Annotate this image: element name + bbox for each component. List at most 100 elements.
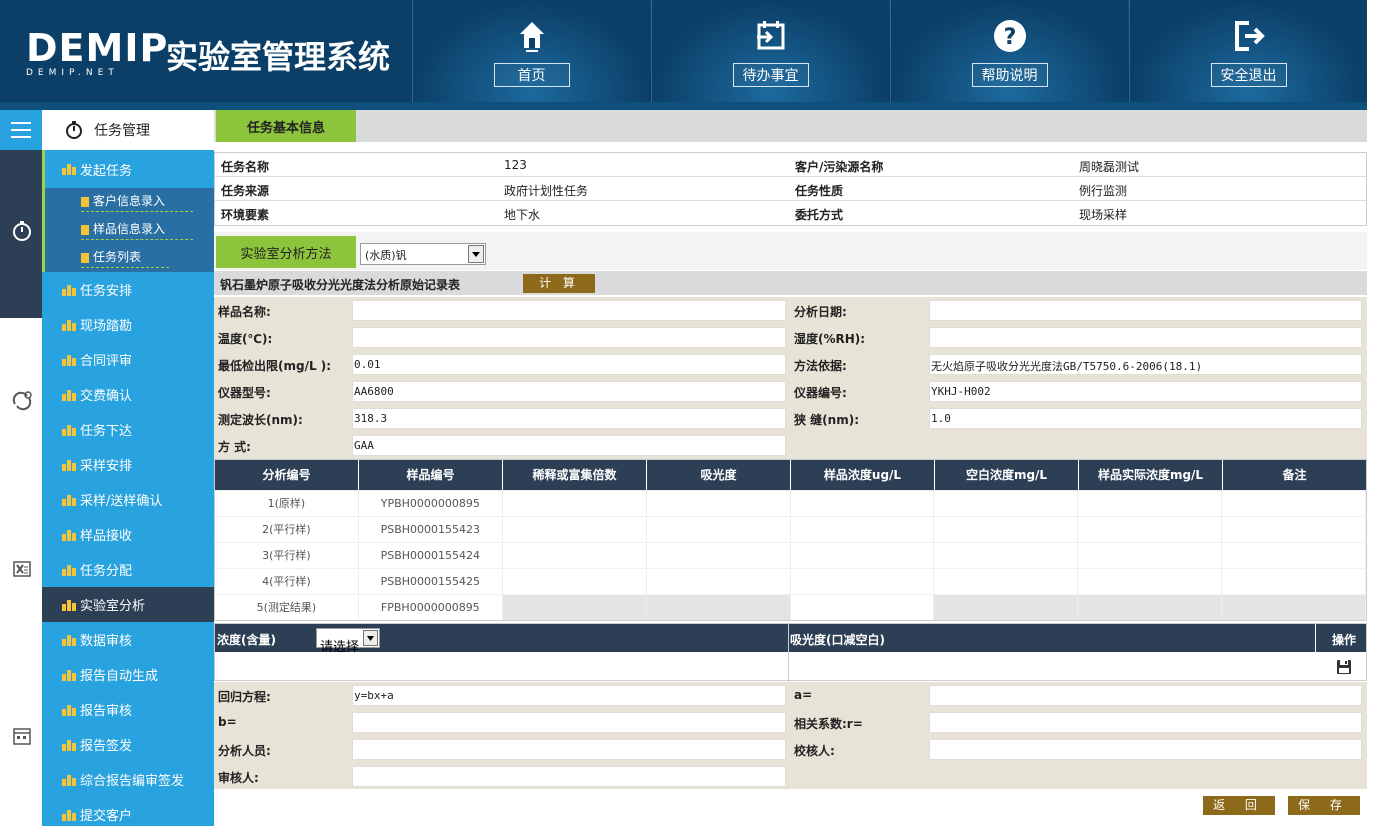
dilution-cell[interactable]: [503, 569, 647, 594]
sidebar-item-sampling-arrange[interactable]: 采样安排: [42, 447, 214, 482]
concentration-select[interactable]: 请选择: [316, 628, 380, 655]
bar-chart-icon: [62, 809, 76, 821]
actual-conc-cell[interactable]: [1078, 543, 1223, 568]
sample-name-input[interactable]: [352, 300, 786, 321]
sidebar-item-data-review[interactable]: 数据审核: [42, 622, 214, 657]
method-basis-input[interactable]: 无火焰原子吸收分光光度法GB/T5750.6-2006(18.1): [929, 354, 1362, 375]
sidebar-item-comprehensive-report[interactable]: 综合报告编审签发: [42, 762, 214, 797]
remark-cell[interactable]: [1222, 517, 1366, 542]
correlation-input[interactable]: [929, 712, 1362, 733]
sidebar-item-contract-review[interactable]: 合同评审: [42, 342, 214, 377]
menu-toggle[interactable]: [0, 110, 42, 150]
sidebar-item-task-issue[interactable]: 任务下达: [42, 412, 214, 447]
regression-equation-input[interactable]: y=bx+a: [352, 685, 786, 706]
remark-cell[interactable]: [1222, 569, 1366, 594]
form-row: b= 相关系数:r=: [214, 709, 1367, 736]
temperature-input[interactable]: [352, 327, 786, 348]
sidebar-item-report-review[interactable]: 报告审核: [42, 692, 214, 727]
detection-limit-input[interactable]: 0.01: [352, 354, 786, 375]
tab-lab-method[interactable]: 实验室分析方法: [216, 236, 356, 268]
table-row: 4(平行样) PSBH0000155425: [215, 568, 1366, 594]
calculate-button[interactable]: 计 算: [523, 274, 595, 293]
nav-home[interactable]: 首页: [412, 0, 650, 102]
nav-logout[interactable]: 安全退出: [1129, 0, 1367, 102]
remark-cell[interactable]: [1222, 491, 1366, 516]
b-value-input[interactable]: [352, 712, 786, 733]
column-header: 样品实际浓度mg/L: [1079, 460, 1223, 490]
save-icon[interactable]: [1336, 659, 1352, 675]
dilution-cell[interactable]: [503, 517, 647, 542]
sidebar-subitem-task-list[interactable]: 任务列表: [42, 244, 214, 272]
sidebar-item-start-task[interactable]: 发起任务: [42, 150, 214, 188]
actual-conc-cell[interactable]: [1078, 517, 1223, 542]
rail-task-section[interactable]: [0, 150, 42, 318]
instrument-number-input[interactable]: YKHJ-H002: [929, 381, 1362, 402]
sidebar-item-lab-analysis[interactable]: 实验室分析: [42, 587, 214, 622]
bar-chart-icon: [62, 319, 76, 331]
method-select[interactable]: (水质)钒: [360, 243, 486, 265]
humidity-input[interactable]: [929, 327, 1362, 348]
blank-conc-cell[interactable]: [934, 491, 1079, 516]
sidebar-item-task-assign[interactable]: 任务分配: [42, 552, 214, 587]
nav-help[interactable]: ? 帮助说明: [890, 0, 1128, 102]
list-icon: [81, 224, 89, 235]
refresh-settings-icon[interactable]: [11, 390, 33, 412]
sample-conc-cell[interactable]: [791, 517, 935, 542]
slit-input[interactable]: 1.0: [929, 408, 1362, 429]
field-label: 测定波长(nm):: [218, 413, 303, 427]
analysis-date-input[interactable]: [929, 300, 1362, 321]
back-button[interactable]: 返 回: [1203, 796, 1275, 815]
wavelength-input[interactable]: 318.3: [352, 408, 786, 429]
instrument-model-input[interactable]: AA6800: [352, 381, 786, 402]
stopwatch-icon: [66, 121, 82, 139]
nav-todo[interactable]: 待办事宜: [651, 0, 889, 102]
remark-cell[interactable]: [1222, 543, 1366, 568]
absorbance-cell[interactable]: [647, 517, 791, 542]
column-header: 备注: [1282, 468, 1307, 482]
actual-conc-cell[interactable]: [1078, 569, 1223, 594]
dilution-cell[interactable]: [503, 543, 647, 568]
sidebar-item-site-survey[interactable]: 现场踏勘: [42, 307, 214, 342]
blank-conc-cell[interactable]: [934, 569, 1079, 594]
info-value: 例行监测: [1079, 184, 1128, 198]
absorbance-cell[interactable]: [647, 569, 791, 594]
sample-conc-cell[interactable]: [791, 569, 935, 594]
sidebar-subitem-sample-entry[interactable]: 样品信息录入: [42, 216, 214, 244]
bar-chart-icon: [62, 529, 76, 541]
bar-chart-icon: [62, 494, 76, 506]
column-header: 空白浓度mg/L: [935, 460, 1079, 490]
sidebar-item-report-generate[interactable]: 报告自动生成: [42, 657, 214, 692]
actual-conc-cell[interactable]: [1078, 491, 1223, 516]
sidebar-item-payment-confirm[interactable]: 交费确认: [42, 377, 214, 412]
sample-conc-cell[interactable]: [791, 595, 935, 620]
tab-task-basic-info[interactable]: 任务基本信息: [216, 110, 356, 142]
field-label: 审核人:: [218, 771, 259, 785]
info-value: 周晓磊测试: [1079, 160, 1140, 174]
analysis-number: 4(平行样): [215, 569, 359, 594]
analyst-input[interactable]: [352, 739, 786, 760]
reviewer-input[interactable]: [352, 766, 786, 787]
sample-conc-cell[interactable]: [791, 543, 935, 568]
absorbance-cell[interactable]: [647, 543, 791, 568]
sidebar-item-sampling-confirm[interactable]: 采样/送样确认: [42, 482, 214, 517]
calendar-icon[interactable]: [11, 725, 33, 747]
absorbance-cell[interactable]: [647, 491, 791, 516]
sidebar-item-submit-customer[interactable]: 提交客户: [42, 797, 214, 826]
sidebar-subitem-customer-entry[interactable]: 客户信息录入: [42, 188, 214, 216]
sample-conc-cell[interactable]: [791, 491, 935, 516]
sidebar-item-sample-receive[interactable]: 样品接收: [42, 517, 214, 552]
icon-rail: [0, 110, 42, 826]
analysis-number: 3(平行样): [215, 543, 359, 568]
a-value-input[interactable]: [929, 685, 1362, 706]
sidebar-item-report-sign[interactable]: 报告签发: [42, 727, 214, 762]
blank-conc-cell[interactable]: [934, 543, 1079, 568]
checker-input[interactable]: [929, 739, 1362, 760]
blank-conc-cell[interactable]: [934, 517, 1079, 542]
save-button[interactable]: 保 存: [1288, 796, 1360, 815]
mode-input[interactable]: GAA: [352, 435, 786, 456]
sidebar-item-task-arrange[interactable]: 任务安排: [42, 272, 214, 307]
excel-icon[interactable]: [11, 558, 33, 580]
dilution-cell[interactable]: [503, 491, 647, 516]
info-row: 任务名称 123 客户/污染源名称 周晓磊测试: [215, 153, 1366, 177]
form-row: 温度(℃): 湿度(%RH):: [214, 324, 1367, 351]
